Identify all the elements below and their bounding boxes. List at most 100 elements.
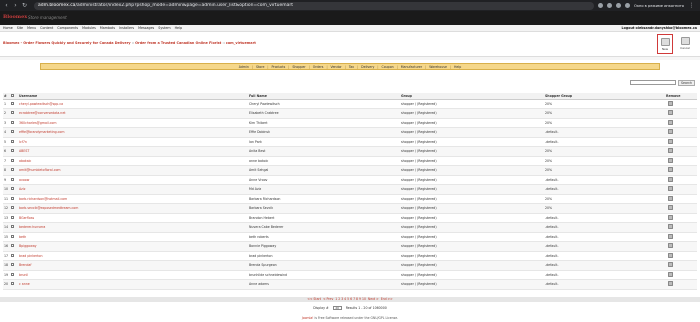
- row-checkbox[interactable]: [11, 196, 14, 200]
- menu-item-system[interactable]: System: [158, 26, 170, 30]
- row-checkbox[interactable]: [11, 263, 14, 267]
- tagline-part-1[interactable]: Bloomex - Order Flowers Quickly and Secu…: [3, 41, 131, 45]
- pager-page-4[interactable]: 4: [344, 297, 346, 301]
- pager-end[interactable]: End >>: [381, 297, 393, 301]
- menu-item-modules[interactable]: Modules: [82, 26, 96, 30]
- username-link[interactable]: 360charles@gmail.com: [19, 121, 57, 125]
- username-link[interactable]: Brendaf: [19, 263, 32, 267]
- vm-menu-vendor[interactable]: Vendor: [331, 65, 342, 69]
- row-checkbox-cell[interactable]: [10, 127, 18, 138]
- row-checkbox-cell[interactable]: [10, 203, 18, 214]
- row-checkbox[interactable]: [11, 139, 14, 143]
- bookmark-star-icon[interactable]: [606, 3, 612, 8]
- row-checkbox[interactable]: [11, 215, 14, 219]
- trash-icon[interactable]: [668, 233, 673, 239]
- username-link[interactable]: ABEST: [19, 149, 29, 153]
- vm-menu-store[interactable]: Store: [256, 65, 264, 69]
- new-button[interactable]: New: [657, 34, 673, 54]
- username-link[interactable]: BGerfloss: [19, 216, 34, 220]
- share-icon[interactable]: [597, 3, 603, 8]
- browser-menu-icon[interactable]: ⋮: [688, 2, 695, 9]
- vm-menu-admin[interactable]: Admin: [239, 65, 249, 69]
- row-checkbox-cell[interactable]: [10, 146, 18, 157]
- row-checkbox-cell[interactable]: [10, 270, 18, 280]
- username-link[interactable]: beth: [19, 235, 26, 239]
- row-checkbox[interactable]: [11, 130, 14, 134]
- trash-icon[interactable]: [668, 271, 673, 277]
- row-checkbox[interactable]: [11, 168, 14, 172]
- row-checkbox-cell[interactable]: [10, 222, 18, 233]
- vm-menu-delivery[interactable]: Delivery: [361, 65, 374, 69]
- row-checkbox[interactable]: [11, 244, 14, 248]
- trash-icon[interactable]: [668, 262, 673, 268]
- tagline-part-2[interactable]: Order from a Trusted Canadian Online Flo…: [135, 41, 221, 45]
- row-checkbox-cell[interactable]: [10, 232, 18, 242]
- row-checkbox-cell[interactable]: [10, 251, 18, 261]
- menu-item-home[interactable]: Home: [3, 26, 13, 30]
- trash-icon[interactable]: [668, 167, 673, 173]
- username-link[interactable]: bederer.hunvera: [19, 225, 45, 229]
- menu-item-components[interactable]: Components: [57, 26, 78, 30]
- pager-next[interactable]: Next >: [368, 297, 379, 301]
- trash-icon[interactable]: [668, 129, 673, 135]
- row-checkbox[interactable]: [11, 177, 14, 181]
- pager-page-8[interactable]: 8: [356, 297, 358, 301]
- logout-link[interactable]: Logout oleksandr.danyshko@bloomex.ca: [622, 26, 698, 30]
- row-checkbox[interactable]: [11, 111, 14, 115]
- back-icon[interactable]: ‹: [3, 2, 10, 9]
- username-link[interactable]: c anne: [19, 282, 30, 286]
- username-link[interactable]: barb.richardson@hotmail.com: [19, 197, 67, 201]
- trash-icon[interactable]: [668, 252, 673, 258]
- trash-icon[interactable]: [668, 205, 673, 211]
- row-checkbox[interactable]: [11, 225, 14, 229]
- row-checkbox[interactable]: [11, 149, 14, 153]
- menu-item-help[interactable]: Help: [175, 26, 183, 30]
- vm-menu-warehouse[interactable]: Warehouse: [429, 65, 447, 69]
- pager-page-6[interactable]: 6: [350, 297, 352, 301]
- menu-item-messages[interactable]: Messages: [138, 26, 154, 30]
- trash-icon[interactable]: [668, 243, 673, 249]
- trash-icon[interactable]: [668, 224, 673, 230]
- vm-menu-orders[interactable]: Orders: [313, 65, 324, 69]
- trash-icon[interactable]: [668, 100, 673, 106]
- username-link[interactable]: amit@humbletofloral.com: [19, 168, 61, 172]
- row-checkbox-cell[interactable]: [10, 165, 18, 176]
- row-checkbox-cell[interactable]: [10, 194, 18, 204]
- trash-icon[interactable]: [668, 148, 673, 154]
- username-link[interactable]: abakaic: [19, 159, 31, 163]
- pager-page-5[interactable]: 5: [347, 297, 349, 301]
- row-checkbox-cell[interactable]: [10, 241, 18, 252]
- trash-icon[interactable]: [668, 195, 673, 201]
- trash-icon[interactable]: [668, 119, 673, 125]
- row-checkbox[interactable]: [11, 234, 14, 238]
- vm-menu-products[interactable]: Products: [272, 65, 286, 69]
- menu-item-menu[interactable]: Menu: [27, 26, 36, 30]
- row-checkbox[interactable]: [11, 206, 14, 210]
- username-link[interactable]: brunil: [19, 273, 28, 277]
- cancel-button[interactable]: Cancel: [677, 34, 693, 54]
- pager-page-7[interactable]: 7: [353, 297, 355, 301]
- menu-item-mambots[interactable]: Mambots: [100, 26, 115, 30]
- extensions-icon[interactable]: [615, 3, 621, 8]
- pager-page-3[interactable]: 3: [341, 297, 343, 301]
- trash-icon[interactable]: [668, 110, 673, 116]
- pager-page-10[interactable]: 10: [362, 297, 366, 301]
- username-link[interactable]: avoow: [19, 178, 29, 182]
- address-bar[interactable]: adm.bloomex.ca/administrator/index2.php?…: [34, 1, 594, 10]
- row-checkbox-cell[interactable]: [10, 279, 18, 290]
- row-checkbox-cell[interactable]: [10, 175, 18, 185]
- row-checkbox[interactable]: [11, 101, 14, 105]
- vm-menu-manufacturer[interactable]: Manufacturer: [401, 65, 422, 69]
- row-checkbox-cell[interactable]: [10, 99, 18, 109]
- username-link[interactable]: Icf7n: [19, 140, 27, 144]
- display-count-select[interactable]: 20: [332, 306, 342, 310]
- pager-start[interactable]: << Start: [307, 297, 321, 301]
- row-checkbox[interactable]: [11, 272, 14, 276]
- row-checkbox-cell[interactable]: [10, 260, 18, 271]
- vm-menu-help[interactable]: Help: [454, 65, 461, 69]
- trash-icon[interactable]: [668, 214, 673, 220]
- pager-page-2[interactable]: 2: [338, 297, 340, 301]
- menu-item-site[interactable]: Site: [17, 26, 23, 30]
- row-checkbox[interactable]: [11, 253, 14, 257]
- row-checkbox-cell[interactable]: [10, 137, 18, 147]
